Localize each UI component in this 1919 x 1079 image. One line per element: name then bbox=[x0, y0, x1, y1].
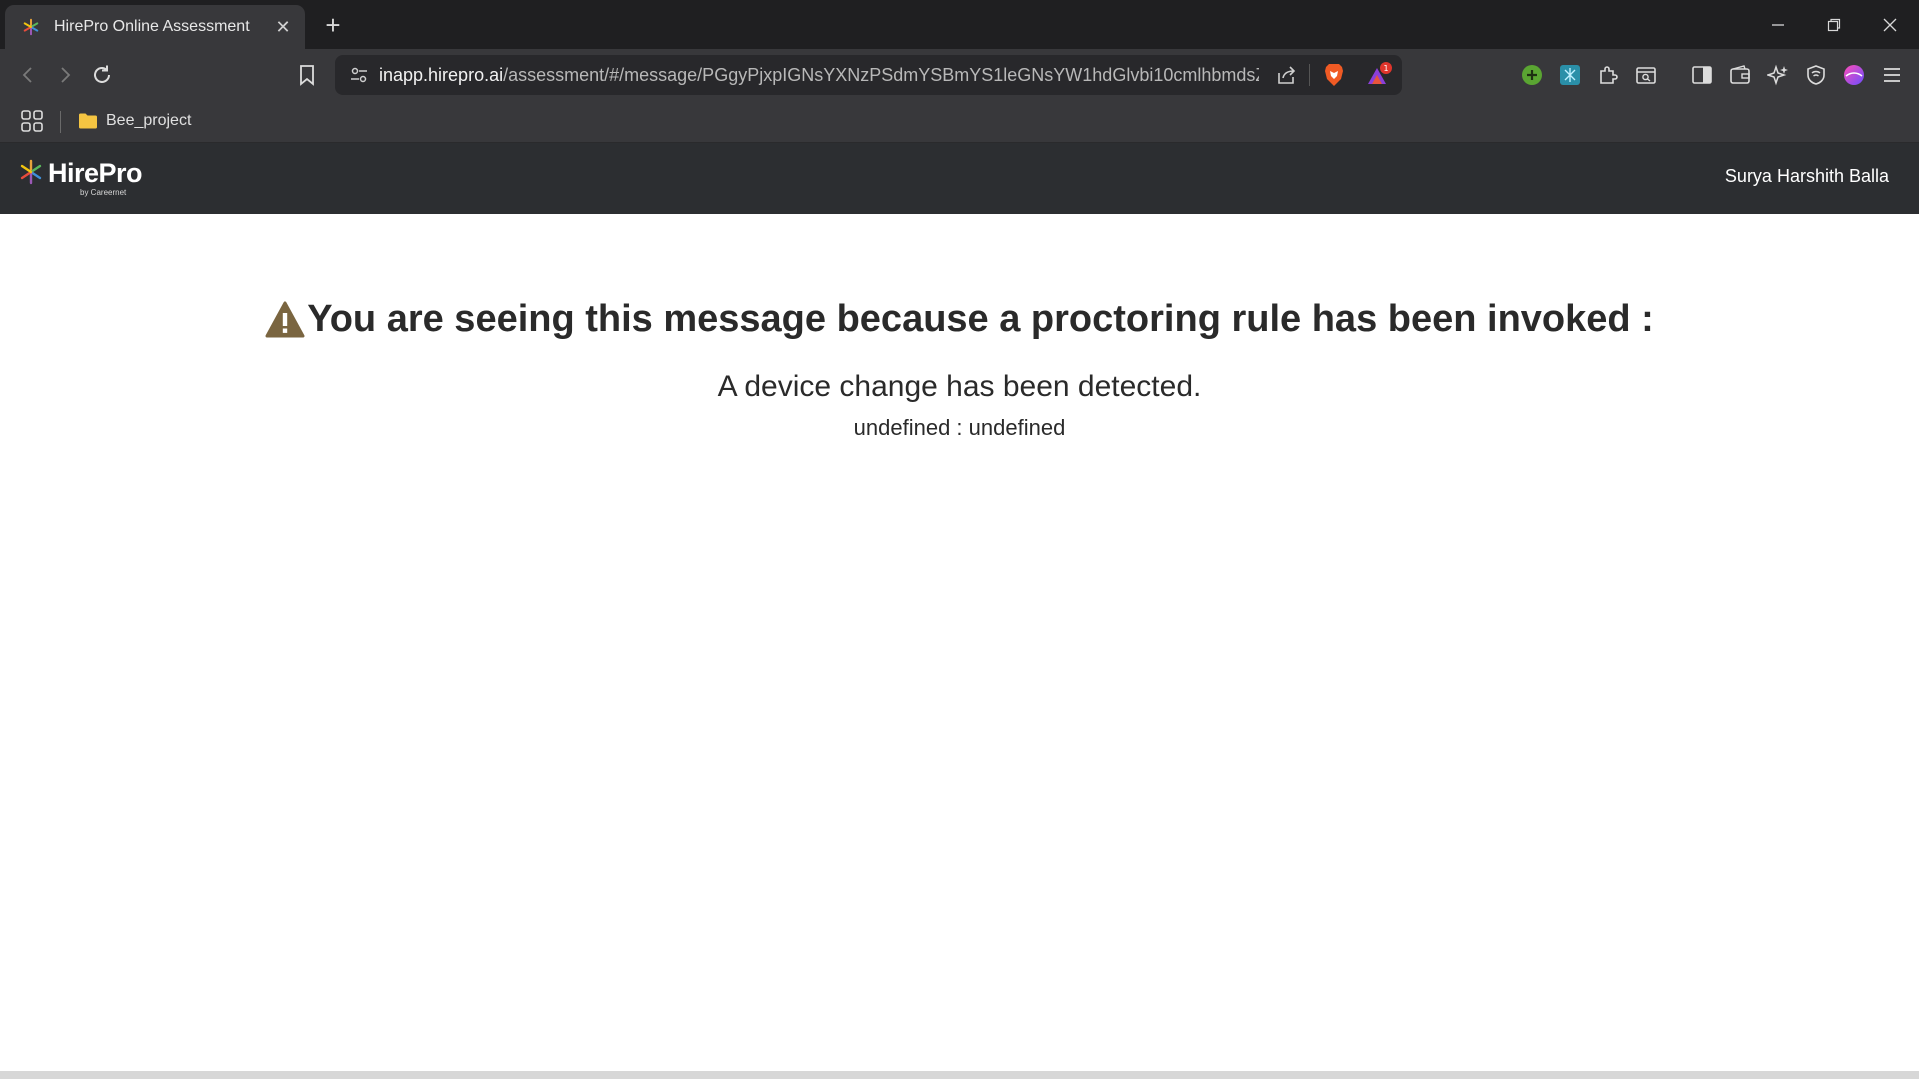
translate-extension-icon[interactable] bbox=[1556, 61, 1584, 89]
restore-window-button[interactable] bbox=[1806, 0, 1862, 49]
tab-title: HirePro Online Assessment bbox=[54, 18, 250, 35]
wallet-icon[interactable] bbox=[1726, 61, 1754, 89]
reload-icon bbox=[94, 65, 110, 83]
close-window-button[interactable] bbox=[1862, 0, 1918, 49]
reload-button[interactable] bbox=[87, 60, 117, 90]
url-text[interactable]: inapp.hirepro.ai/assessment/#/message/PG… bbox=[379, 65, 1259, 86]
bookmarks-bar: Bee_project bbox=[0, 101, 1919, 143]
close-icon bbox=[1883, 18, 1897, 31]
hirepro-favicon-icon bbox=[21, 17, 41, 37]
bookmark-page-button[interactable] bbox=[292, 60, 322, 90]
tab-close-icon[interactable]: ✕ bbox=[271, 17, 295, 38]
bookmark-label: Bee_project bbox=[106, 112, 192, 129]
address-bar[interactable]: inapp.hirepro.ai/assessment/#/message/PG… bbox=[335, 55, 1402, 95]
user-name[interactable]: Surya Harshith Balla bbox=[1725, 166, 1889, 187]
rewards-badge-count: 1 bbox=[1383, 64, 1388, 73]
minimize-window-button[interactable] bbox=[1750, 0, 1806, 49]
extensions-puzzle-icon[interactable] bbox=[1594, 61, 1622, 89]
url-divider bbox=[1309, 64, 1310, 86]
message-title-text: You are seeing this message because a pr… bbox=[307, 298, 1654, 340]
browser-tab-active[interactable]: HirePro Online Assessment ✕ bbox=[5, 5, 305, 49]
app-header: HirePro by Careernet Surya Harshith Ball… bbox=[0, 143, 1919, 214]
leo-ai-icon[interactable] bbox=[1764, 61, 1792, 89]
screenshot-search-icon[interactable] bbox=[1632, 61, 1660, 89]
apps-grid-icon[interactable] bbox=[20, 109, 44, 133]
sidebar-icon[interactable] bbox=[1688, 61, 1716, 89]
vpn-shield-icon[interactable] bbox=[1802, 61, 1830, 89]
new-tab-button[interactable]: + bbox=[318, 10, 348, 40]
url-host: inapp.hirepro.ai bbox=[379, 64, 504, 85]
browser-toolbar: inapp.hirepro.ai/assessment/#/message/PG… bbox=[0, 49, 1919, 101]
forward-arrow-icon bbox=[61, 67, 71, 83]
browser-tab-strip: HirePro Online Assessment ✕ + bbox=[0, 0, 1919, 49]
proctoring-message-detail: undefined : undefined bbox=[853, 415, 1066, 440]
add-extension-icon[interactable] bbox=[1518, 61, 1546, 89]
bookmark-folder-bee-project[interactable]: Bee_project bbox=[78, 108, 191, 134]
bottom-scrollbar-strip bbox=[0, 1071, 1919, 1079]
menu-icon[interactable] bbox=[1878, 61, 1906, 89]
minimize-icon bbox=[1772, 23, 1784, 26]
hirepro-logo[interactable]: HirePro by Careernet bbox=[18, 158, 143, 200]
folder-icon bbox=[79, 113, 97, 129]
forward-button[interactable] bbox=[50, 60, 80, 90]
warning-triangle-icon bbox=[265, 301, 305, 337]
hirepro-logo-icon bbox=[20, 159, 42, 185]
brand-byline: by Careernet bbox=[80, 188, 127, 197]
bookmarks-divider bbox=[60, 111, 61, 133]
bookmark-icon bbox=[300, 65, 314, 86]
proctoring-message-subtitle: A device change has been detected. bbox=[717, 370, 1202, 403]
profile-avatar-icon[interactable] bbox=[1840, 61, 1868, 89]
site-settings-icon[interactable] bbox=[339, 65, 379, 85]
back-button[interactable] bbox=[13, 60, 43, 90]
brave-rewards-icon[interactable]: 1 bbox=[1365, 62, 1393, 90]
brand-name: HirePro bbox=[48, 158, 143, 188]
brave-shields-icon[interactable] bbox=[1321, 62, 1347, 88]
back-arrow-icon bbox=[22, 67, 32, 83]
restore-icon bbox=[1827, 18, 1841, 31]
share-icon[interactable] bbox=[1275, 63, 1299, 87]
proctoring-message-heading: You are seeing this message because a pr… bbox=[0, 298, 1919, 341]
url-path: /assessment/#/message/PGgyPjxpIGNsYXNzPS… bbox=[503, 64, 1259, 85]
